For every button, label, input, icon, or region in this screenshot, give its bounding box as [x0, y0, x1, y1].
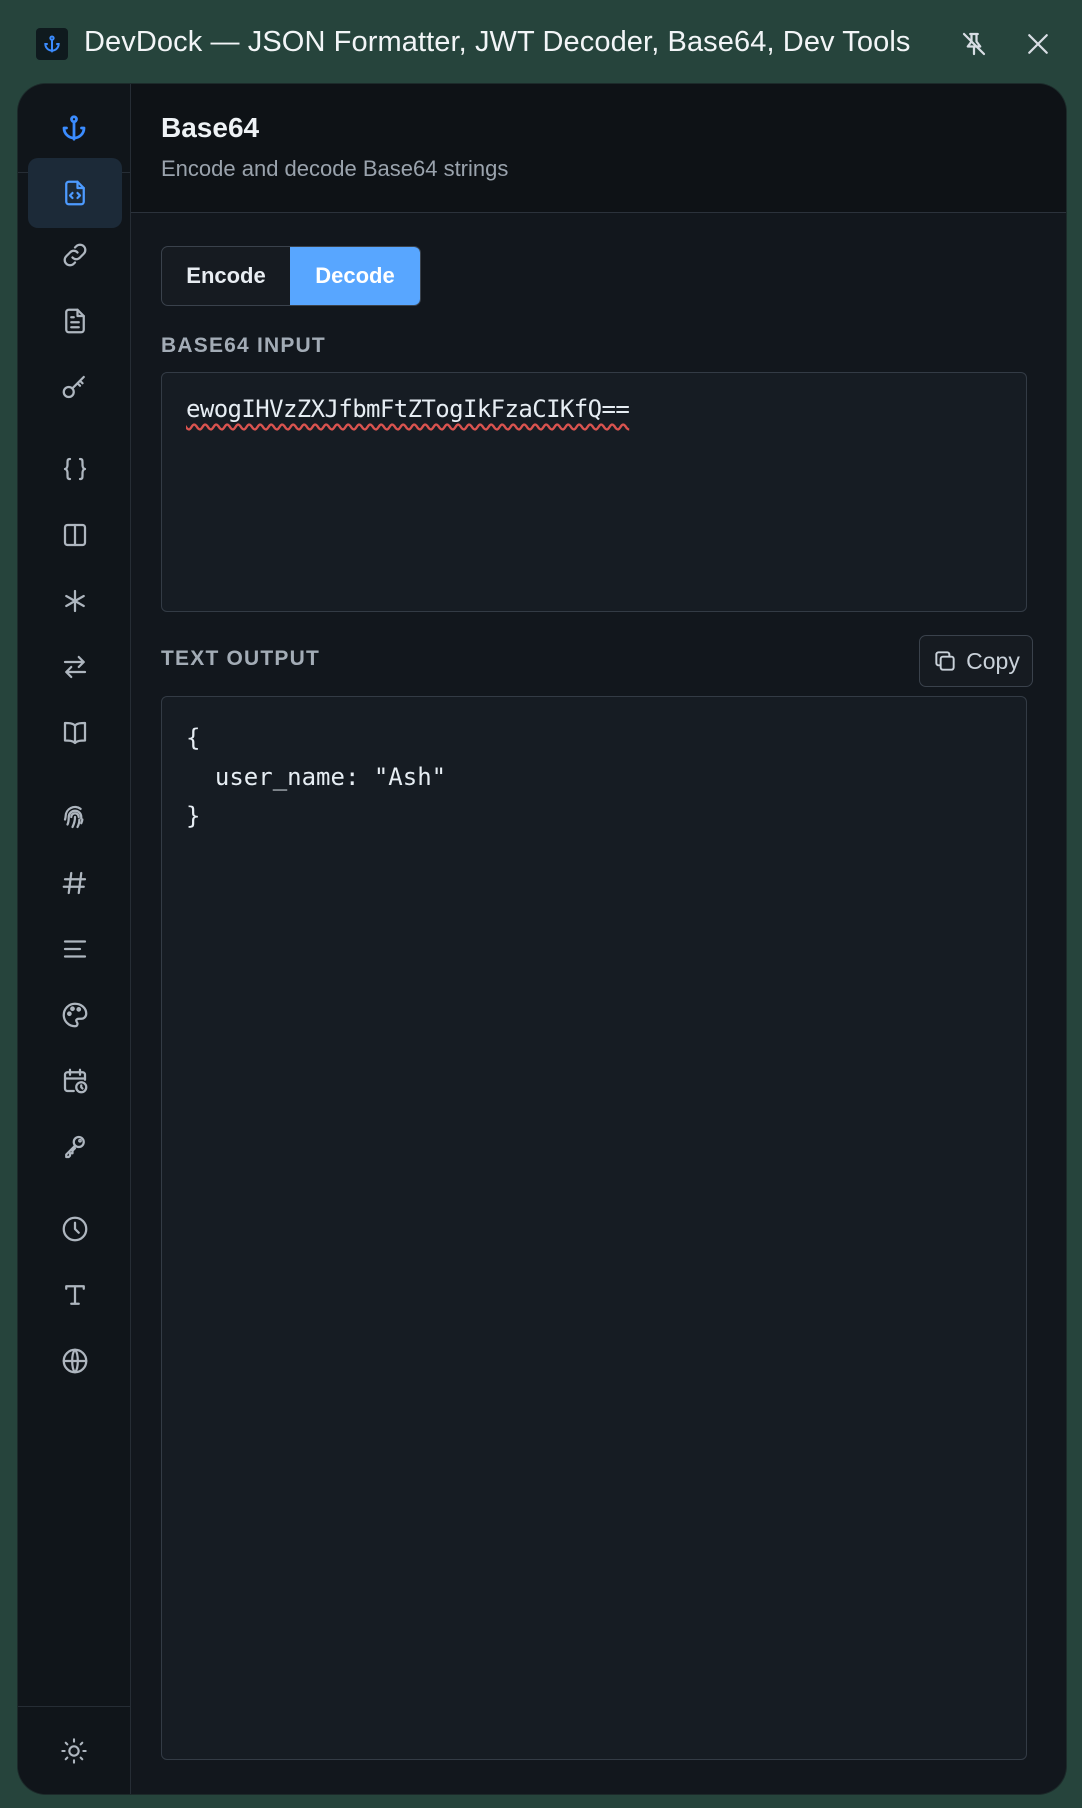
copy-button[interactable]: Copy	[919, 635, 1033, 687]
anchor-icon	[36, 28, 68, 60]
type-icon	[65, 1285, 85, 1305]
input-label: BASE64 INPUT	[161, 334, 326, 357]
align-lines-icon	[63, 940, 87, 958]
sidebar-item-url[interactable]	[28, 220, 122, 290]
sidebar-item-reference[interactable]	[28, 698, 122, 768]
sidebar-item-text[interactable]	[28, 914, 122, 984]
output-label: TEXT OUTPUT	[161, 647, 321, 670]
sidebar-item-hashtag[interactable]	[28, 848, 122, 918]
sidebar-item-convert[interactable]	[28, 632, 122, 702]
braces-icon	[63, 457, 87, 481]
sidebar-item-color[interactable]	[28, 980, 122, 1050]
sidebar-item-timestamp[interactable]	[28, 1194, 122, 1264]
main-panel: Base64 Encode and decode Base64 strings …	[131, 84, 1066, 1794]
clock-icon	[62, 1216, 88, 1242]
swap-arrows-icon	[63, 655, 87, 679]
mode-toggle: Encode Decode	[161, 246, 421, 306]
split-view-icon	[63, 523, 87, 547]
sidebar-item-document[interactable]	[28, 286, 122, 356]
calendar-clock-icon	[63, 1068, 88, 1094]
fingerprint-icon	[63, 805, 84, 829]
sidebar-item-web[interactable]	[28, 1326, 122, 1396]
sidebar-item-cron[interactable]	[28, 1046, 122, 1116]
app-window: Base64 Encode and decode Base64 strings …	[18, 84, 1066, 1794]
copy-label: Copy	[966, 647, 1020, 674]
sidebar-item-diff[interactable]	[28, 500, 122, 570]
copy-icon	[935, 651, 955, 671]
sidebar	[18, 84, 131, 1794]
theme-toggle[interactable]	[18, 1706, 130, 1794]
page-title: Base64	[161, 112, 260, 143]
window-title: DevDock — JSON Formatter, JWT Decoder, B…	[84, 26, 911, 58]
document-icon	[65, 308, 85, 334]
sidebar-item-hash[interactable]	[28, 782, 122, 852]
link-icon	[63, 243, 87, 267]
globe-icon	[62, 1348, 88, 1374]
base64-input[interactable]: ewogIHVzZXJfbmFtZTogIkFzaCIKfQ==	[161, 372, 1027, 612]
sidebar-item-jwt[interactable]	[28, 352, 122, 422]
encode-button[interactable]: Encode	[162, 247, 290, 305]
close-icon[interactable]	[1018, 24, 1058, 64]
page-subtitle: Encode and decode Base64 strings	[161, 156, 509, 181]
text-output[interactable]: { user_name: "Ash" }	[161, 696, 1027, 1760]
key-alt-icon	[65, 1135, 85, 1159]
decode-button[interactable]: Decode	[290, 247, 420, 305]
sidebar-item-password[interactable]	[28, 1112, 122, 1182]
sidebar-item-base64[interactable]	[28, 158, 122, 228]
title-bar: DevDock — JSON Formatter, JWT Decoder, B…	[0, 0, 1082, 84]
file-code-icon	[65, 180, 85, 206]
asterisk-icon	[65, 589, 85, 613]
key-icon	[62, 375, 85, 399]
sidebar-item-regex[interactable]	[28, 566, 122, 636]
page-header: Base64 Encode and decode Base64 strings	[131, 84, 1066, 213]
sun-icon	[61, 1738, 87, 1764]
book-icon	[63, 721, 87, 745]
palette-icon	[62, 1002, 88, 1028]
hash-icon	[62, 871, 87, 895]
sidebar-item-typography[interactable]	[28, 1260, 122, 1330]
input-value: ewogIHVzZXJfbmFtZTogIkFzaCIKfQ==	[186, 395, 630, 423]
pin-off-icon[interactable]	[954, 24, 994, 64]
sidebar-item-json[interactable]	[28, 434, 122, 504]
